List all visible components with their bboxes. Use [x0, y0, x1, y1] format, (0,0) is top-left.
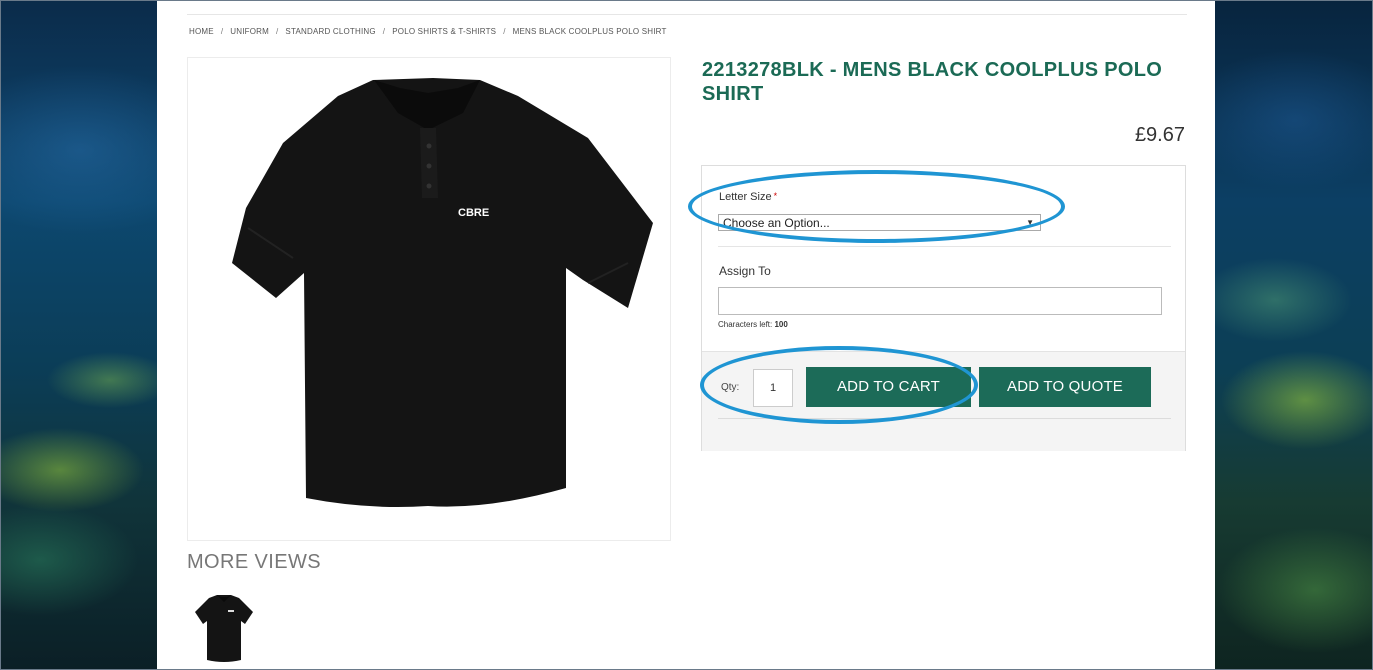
background-right: [1215, 0, 1373, 670]
add-to-cart-button[interactable]: ADD TO CART: [806, 367, 971, 407]
product-options: Letter Size * Choose an Option... ▼ Assig…: [701, 165, 1186, 451]
breadcrumb: HOME / UNIFORM / STANDARD CLOTHING / POLO SHIR…: [189, 27, 667, 36]
product-title: 2213278BLK - MENS BLACK COOLPLUS POLO SH…: [702, 59, 1163, 105]
qty-label: Qty:: [721, 382, 740, 393]
cart-divider: [718, 418, 1171, 419]
top-divider: [187, 14, 1187, 15]
shirt-logo: CBRE: [458, 207, 489, 219]
characters-left-label: Characters left:: [718, 320, 773, 329]
breadcrumb-home[interactable]: HOME: [189, 27, 214, 36]
polo-shirt-thumbnail: [195, 595, 253, 662]
letter-size-select[interactable]: Choose an Option... ▼: [718, 214, 1041, 231]
letter-size-label-text: Letter Size: [719, 191, 772, 203]
characters-left-count: 100: [774, 320, 788, 329]
product-main-image[interactable]: CBRE: [187, 57, 671, 541]
background-left: [0, 0, 157, 670]
breadcrumb-separator: /: [275, 27, 279, 36]
required-mark: *: [773, 191, 778, 201]
qty-input[interactable]: 1: [753, 369, 793, 407]
polo-shirt-image: CBRE: [232, 78, 653, 507]
chevron-down-icon: ▼: [1026, 218, 1034, 227]
product-page: HOME / UNIFORM / STANDARD CLOTHING / POLO SHIR…: [157, 0, 1215, 670]
assign-to-input[interactable]: [718, 287, 1162, 315]
product-price: £9.67: [1134, 124, 1185, 146]
characters-left: Characters left: 100: [718, 320, 788, 329]
assign-to-label: Assign To: [719, 264, 771, 278]
breadcrumb-standard-clothing[interactable]: STANDARD CLOTHING: [285, 27, 375, 36]
breadcrumb-separator: /: [382, 27, 386, 36]
breadcrumb-separator: /: [220, 27, 224, 36]
more-views-heading: MORE VIEWS: [187, 551, 322, 573]
breadcrumb-uniform[interactable]: UNIFORM: [230, 27, 269, 36]
thumbnail-image[interactable]: [187, 590, 261, 666]
letter-size-select-value: Choose an Option...: [723, 216, 830, 230]
options-divider: [718, 246, 1171, 247]
breadcrumb-separator: /: [503, 27, 506, 36]
breadcrumb-current: MENS BLACK COOLPLUS POLO SHIRT: [512, 27, 667, 36]
breadcrumb-polo-shirts[interactable]: POLO SHIRTS & T-SHIRTS: [392, 27, 496, 36]
letter-size-label: Letter Size *: [719, 191, 777, 203]
add-to-cart-area: Qty: 1 ADD TO CART ADD TO QUOTE: [702, 351, 1185, 451]
add-to-quote-button[interactable]: ADD TO QUOTE: [979, 367, 1151, 407]
